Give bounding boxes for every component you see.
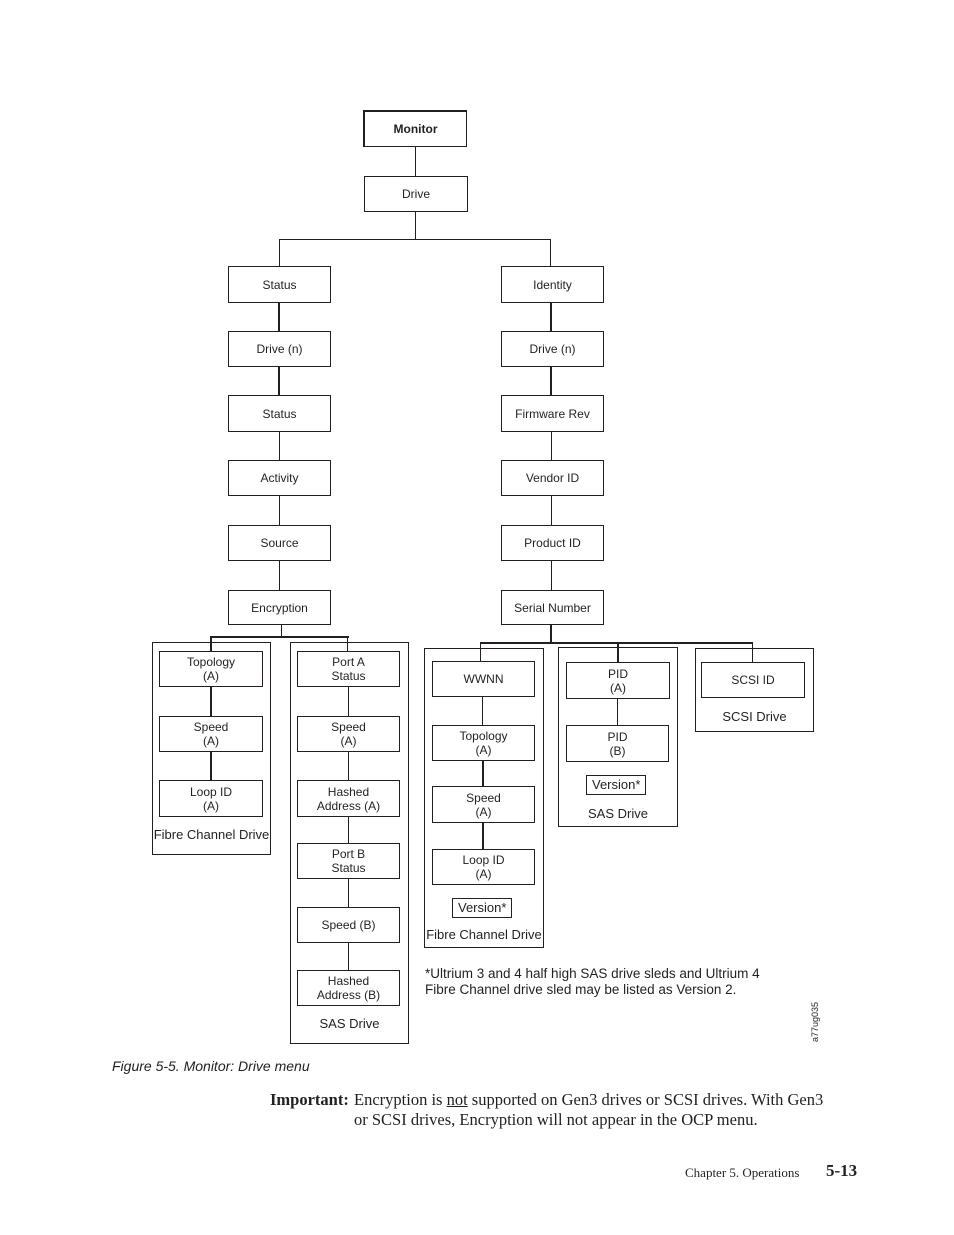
connector [210, 687, 212, 716]
node-serial-number: Serial Number [501, 590, 604, 625]
connector [210, 636, 349, 638]
version-label: Version* [452, 898, 513, 918]
node-identity-drive-n: Drive (n) [501, 331, 604, 367]
emphasis-not: not [446, 1090, 468, 1109]
page-number: 5-13 [826, 1161, 858, 1180]
connector [415, 147, 416, 176]
node-drive: Drive [364, 176, 468, 212]
node-id-fc-topology: Topology (A) [432, 725, 535, 761]
node-port-b-status: Port B Status [297, 843, 400, 879]
connector [348, 687, 349, 716]
group-label: Fibre Channel Drive [153, 827, 270, 842]
node-monitor: Monitor [363, 110, 467, 147]
node-hashed-address-a: Hashed Address (A) [297, 780, 400, 817]
footnote-line: *Ultrium 3 and 4 half high SAS drive sle… [425, 966, 760, 981]
footer-chapter: Chapter 5. Operations [685, 1165, 800, 1180]
node-encryption: Encryption [228, 590, 331, 625]
connector [482, 823, 484, 849]
node-pid-b: PID (B) [566, 725, 669, 762]
version-label: Version* [586, 775, 647, 795]
group-label: SCSI Drive [722, 709, 787, 724]
connector [348, 879, 349, 907]
important-label: Important: [270, 1090, 349, 1109]
node-product-id: Product ID [501, 525, 604, 561]
node-identity: Identity [501, 266, 604, 303]
connector [348, 943, 349, 970]
node-hashed-address-b: Hashed Address (B) [297, 970, 400, 1006]
text: supported on Gen3 drives or SCSI drives.… [467, 1090, 824, 1109]
node-activity: Activity [228, 460, 331, 496]
node-status-drive-n: Drive (n) [228, 331, 331, 367]
footnote: *Ultrium 3 and 4 half high SAS drive sle… [425, 966, 760, 998]
group-label: SAS Drive [588, 806, 648, 821]
node-sas-speed-b: Speed (B) [297, 907, 400, 943]
connector [551, 496, 552, 525]
connector [279, 239, 280, 266]
node-pid-a: PID (A) [566, 662, 670, 699]
node-fc-speed: Speed (A) [159, 716, 263, 752]
node-status-status: Status [228, 395, 331, 432]
connector [278, 303, 280, 331]
node-fc-loop-id: Loop ID (A) [159, 780, 263, 817]
connector [550, 303, 552, 331]
connector [482, 761, 484, 786]
connector [550, 625, 552, 643]
connector [210, 752, 212, 780]
connector [279, 239, 551, 240]
node-firmware-rev: Firmware Rev [501, 395, 604, 432]
connector [482, 697, 483, 725]
connector [550, 367, 552, 395]
connector [279, 432, 280, 460]
node-wwnn: WWNN [432, 661, 535, 697]
connector [415, 212, 416, 239]
node-sas-speed-a: Speed (A) [297, 716, 400, 752]
node-id-fc-loop-id: Loop ID (A) [432, 849, 535, 885]
node-status: Status [228, 266, 331, 303]
connector [550, 239, 551, 266]
node-vendor-id: Vendor ID [501, 460, 604, 496]
node-fc-topology: Topology (A) [159, 651, 263, 687]
node-source: Source [228, 525, 331, 561]
text: or SCSI drives, Encryption will not appe… [354, 1110, 758, 1129]
node-scsi-id: SCSI ID [701, 662, 805, 698]
connector [278, 367, 280, 395]
connector [551, 432, 552, 460]
connector [279, 496, 280, 525]
group-label: SAS Drive [319, 1016, 380, 1031]
connector [348, 817, 349, 843]
connector [279, 561, 280, 590]
connector [551, 561, 552, 590]
connector [348, 752, 349, 780]
text: Encryption is [354, 1090, 447, 1109]
node-id-fc-speed: Speed (A) [432, 786, 535, 823]
connector [617, 699, 618, 725]
figure-caption: Figure 5-5. Monitor: Drive menu [112, 1058, 310, 1074]
node-port-a-status: Port A Status [297, 651, 400, 687]
figure-id: a77ug035 [810, 1001, 820, 1042]
group-label: Fibre Channel Drive [426, 927, 542, 942]
footnote-line: Fibre Channel drive sled may be listed a… [425, 982, 737, 997]
important-text: Encryption is not supported on Gen3 driv… [354, 1090, 874, 1130]
